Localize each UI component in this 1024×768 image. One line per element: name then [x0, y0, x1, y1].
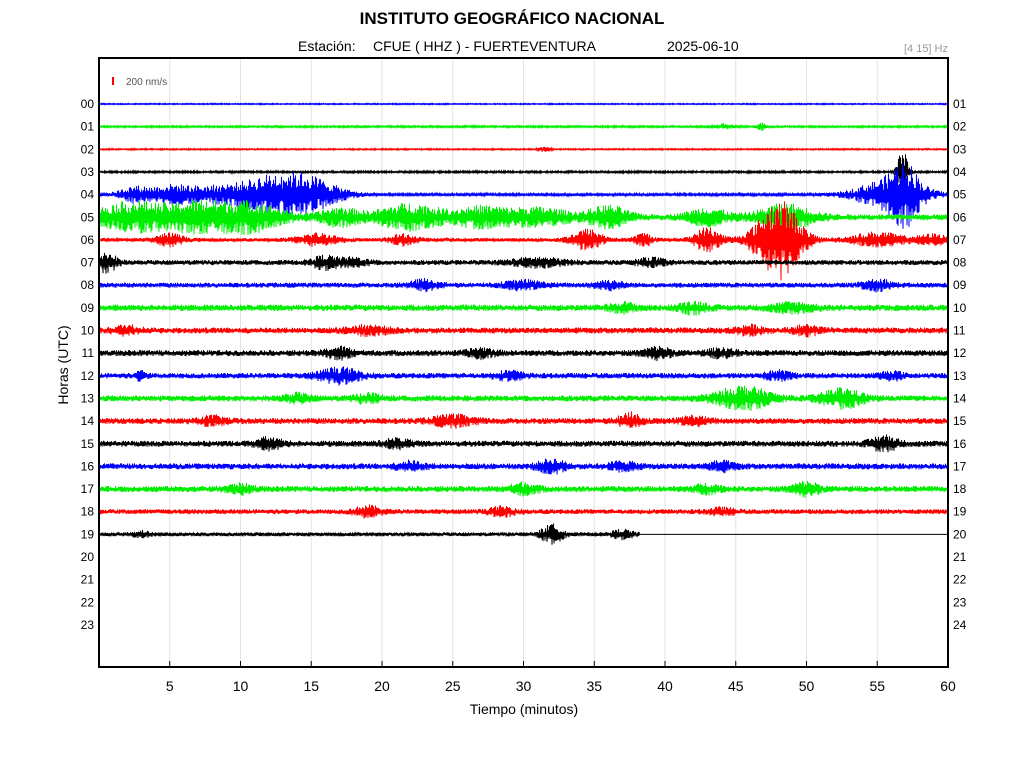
x-tick-label: 20 — [374, 678, 390, 694]
hour-label-left: 06 — [81, 233, 95, 247]
hour-label-right: 22 — [953, 573, 967, 587]
hour-label-right: 12 — [953, 346, 967, 360]
hour-label-left: 01 — [81, 120, 95, 134]
hour-label-right: 02 — [953, 120, 967, 134]
hour-label-left: 00 — [81, 97, 95, 111]
hour-label-left: 18 — [81, 505, 95, 519]
hour-label-right: 16 — [953, 437, 967, 451]
seismogram-plot: 5 10 15 20 25 30 35 40 45 50 55 60 00 01 02 03 04 05 06 07… — [55, 57, 967, 717]
x-axis-title: Tiempo (minutos) — [470, 701, 578, 717]
scale-bar-label: 200 nm/s — [126, 77, 167, 88]
trace-hour-00 — [99, 102, 948, 106]
x-tick-label: 30 — [516, 678, 532, 694]
hour-label-right: 14 — [953, 391, 967, 405]
hour-label-left: 19 — [81, 527, 95, 541]
x-tick-label: 60 — [940, 678, 956, 694]
x-axis: 5 10 15 20 25 30 35 40 45 50 55 60 — [166, 661, 956, 694]
hour-label-right: 08 — [953, 256, 967, 270]
hour-label-right: 20 — [953, 527, 967, 541]
hour-label-right: 03 — [953, 142, 967, 156]
x-tick-label: 35 — [586, 678, 602, 694]
x-tick-label: 55 — [869, 678, 885, 694]
hour-label-left: 22 — [81, 595, 95, 609]
hour-label-right: 06 — [953, 210, 967, 224]
hour-label-left: 02 — [81, 142, 95, 156]
hour-label-left: 21 — [81, 573, 95, 587]
hour-label-right: 18 — [953, 482, 967, 496]
hour-label-left: 12 — [81, 369, 95, 383]
hour-label-right: 05 — [953, 188, 967, 202]
hour-label-left: 20 — [81, 550, 95, 564]
hour-label-left: 07 — [81, 256, 95, 270]
hour-label-right: 04 — [953, 165, 967, 179]
hour-label-right: 23 — [953, 595, 967, 609]
x-tick-label: 10 — [233, 678, 249, 694]
hour-label-left: 09 — [81, 301, 95, 315]
hour-label-left: 04 — [81, 188, 95, 202]
hour-label-right: 11 — [953, 324, 966, 338]
x-tick-label: 40 — [657, 678, 673, 694]
hour-label-right: 21 — [953, 550, 967, 564]
hour-label-right: 07 — [953, 233, 967, 247]
hour-label-left: 05 — [81, 210, 95, 224]
hour-label-left: 15 — [81, 437, 95, 451]
hour-label-left: 13 — [81, 391, 95, 405]
hour-label-left: 08 — [81, 278, 95, 292]
hour-label-left: 14 — [81, 414, 95, 428]
x-tick-label: 25 — [445, 678, 461, 694]
x-tick-label: 45 — [728, 678, 744, 694]
hour-label-left: 03 — [81, 165, 95, 179]
x-tick-label: 5 — [166, 678, 174, 694]
hour-label-left: 23 — [81, 618, 95, 632]
trace-hour-19 — [99, 523, 640, 545]
x-tick-label: 50 — [799, 678, 815, 694]
hour-label-right: 19 — [953, 505, 967, 519]
hour-label-left: 11 — [82, 346, 95, 360]
hour-label-left: 10 — [81, 324, 95, 338]
hour-label-left: 16 — [81, 459, 95, 473]
hour-label-right: 13 — [953, 369, 967, 383]
hour-label-right: 10 — [953, 301, 967, 315]
hour-label-right: 17 — [953, 459, 967, 473]
scale-bar — [112, 77, 114, 85]
y-axis-title: Horas (UTC) — [55, 325, 71, 404]
hour-label-right: 01 — [953, 97, 967, 111]
hour-label-right: 09 — [953, 278, 967, 292]
x-tick-label: 15 — [303, 678, 319, 694]
hour-label-right: 15 — [953, 414, 967, 428]
hour-label-left: 17 — [81, 482, 95, 496]
hour-label-right: 24 — [953, 618, 967, 632]
